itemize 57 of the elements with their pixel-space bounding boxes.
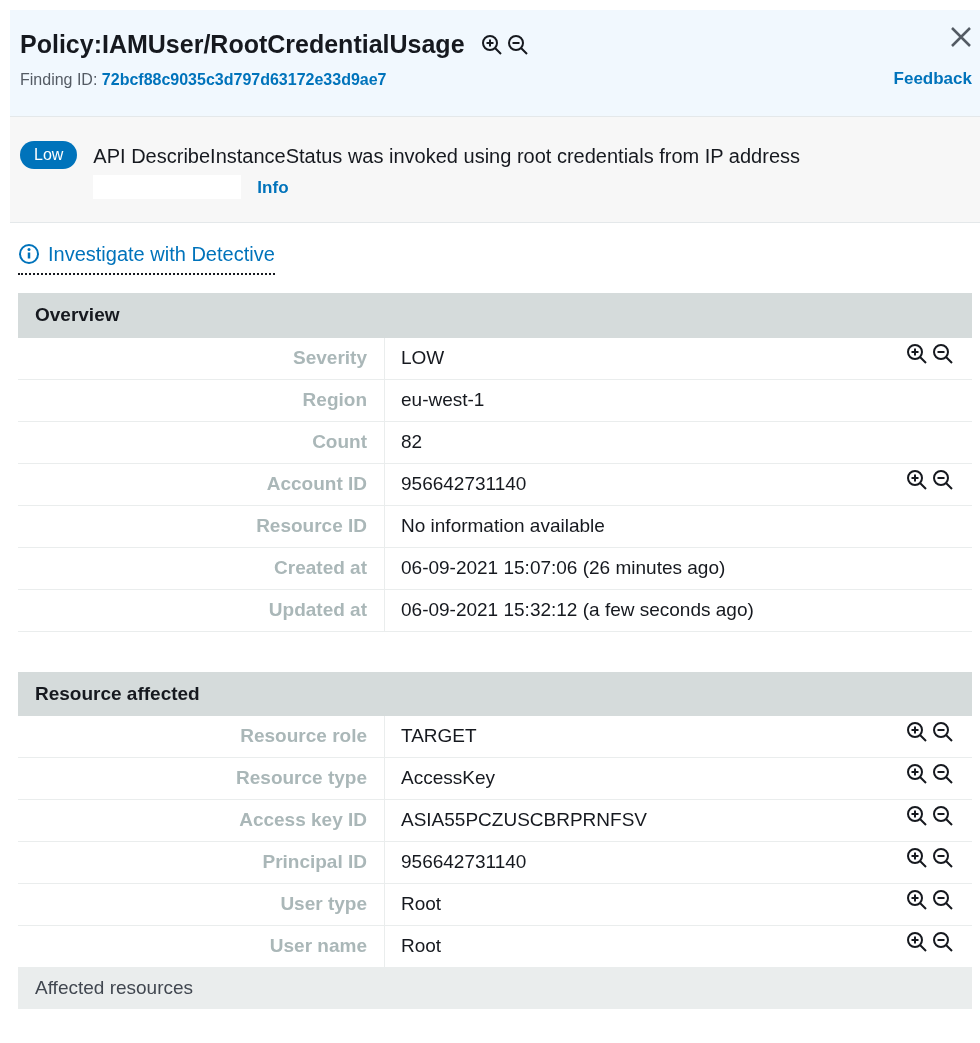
finding-id-label: Finding ID:	[20, 70, 98, 88]
zoom-out-icon[interactable]	[932, 889, 954, 912]
field-value: eu-west-1	[400, 387, 486, 412]
field-value: 82	[400, 429, 424, 454]
field-value: Root	[400, 892, 443, 917]
zoom-out-icon[interactable]	[932, 805, 954, 828]
subsection-header: Affected resources	[18, 968, 972, 1009]
investigate-link[interactable]: Investigate with Detective	[18, 239, 275, 275]
field-label: Resource ID	[256, 513, 367, 538]
info-icon	[18, 243, 40, 265]
field-label: User type	[280, 892, 367, 917]
zoom-in-icon[interactable]	[480, 33, 503, 56]
zoom-out-icon[interactable]	[932, 468, 954, 491]
finding-description: API DescribeInstanceStatus was invoked using root credentials from IP address	[93, 143, 800, 169]
zoom-out-icon[interactable]	[932, 721, 954, 744]
field-value: 06-09-2021 15:07:06 (26 minutes ago)	[400, 555, 727, 580]
field-value: ASIA55PCZUSCBRPRNFSV	[400, 808, 648, 833]
field-label: Access key ID	[239, 808, 367, 833]
field-value: 956642731140	[400, 850, 528, 875]
field-label: Count	[312, 429, 367, 454]
zoom-in-icon[interactable]	[906, 763, 928, 786]
info-link[interactable]: Info	[257, 174, 289, 200]
zoom-out-icon[interactable]	[506, 33, 529, 56]
field-label: Account ID	[266, 471, 367, 496]
field-label: Updated at	[268, 597, 367, 622]
zoom-out-icon[interactable]	[932, 847, 954, 870]
finding-id-link[interactable]: 72bcf88c9035c3d797d63172e33d9ae7	[101, 70, 387, 88]
zoom-in-icon[interactable]	[906, 805, 928, 828]
zoom-in-icon[interactable]	[906, 889, 928, 912]
field-value: 956642731140	[400, 471, 528, 496]
field-value: LOW	[400, 345, 446, 370]
section-header: Overview	[18, 293, 972, 338]
severity-badge: Low	[20, 140, 78, 169]
section-header: Resource affected	[18, 671, 972, 716]
zoom-out-icon[interactable]	[932, 342, 954, 365]
field-value: Root	[400, 934, 443, 959]
field-label: User name	[269, 934, 367, 959]
zoom-out-icon[interactable]	[932, 931, 954, 954]
field-label: Severity	[293, 345, 367, 370]
field-value: AccessKey	[400, 766, 496, 791]
zoom-in-icon[interactable]	[906, 931, 928, 954]
close-icon[interactable]	[950, 26, 972, 48]
zoom-in-icon[interactable]	[906, 468, 928, 491]
field-label: Principal ID	[262, 850, 367, 875]
field-label: Resource type	[236, 766, 367, 791]
panel-title: Policy:IAMUser/RootCredentialUsage	[20, 29, 465, 60]
field-value: No information available	[400, 513, 606, 538]
zoom-in-icon[interactable]	[906, 847, 928, 870]
feedback-link[interactable]: Feedback	[893, 66, 972, 92]
field-value: 06-09-2021 15:32:12 (a few seconds ago)	[400, 597, 755, 622]
field-label: Created at	[274, 555, 367, 580]
zoom-in-icon[interactable]	[906, 342, 928, 365]
field-label: Resource role	[240, 724, 367, 749]
field-label: Region	[302, 387, 367, 412]
field-value: TARGET	[400, 724, 478, 749]
zoom-out-icon[interactable]	[932, 763, 954, 786]
zoom-in-icon[interactable]	[906, 721, 928, 744]
